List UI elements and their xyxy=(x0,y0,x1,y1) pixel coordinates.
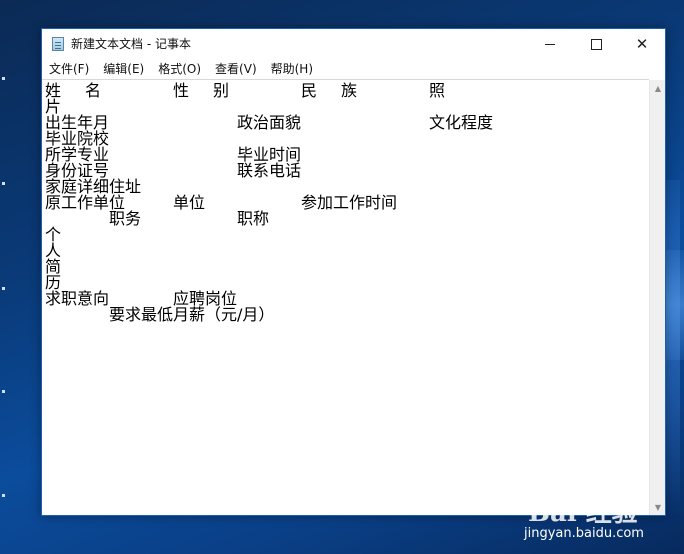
desktop-icon-edge[interactable] xyxy=(2,494,5,497)
close-icon: ✕ xyxy=(635,34,649,53)
minimize-button[interactable] xyxy=(527,29,573,59)
text-segment: 求职意向 xyxy=(45,289,110,308)
text-segment: 性 xyxy=(173,81,190,100)
text-segment: 职务 xyxy=(109,209,142,228)
desktop-icon-edge[interactable] xyxy=(2,77,5,80)
menu-format[interactable]: 格式(O) xyxy=(151,59,208,79)
desktop-icon-edge[interactable] xyxy=(2,287,5,290)
text-segment: 联系电话 xyxy=(237,161,302,180)
text-segment: 政治面貌 xyxy=(237,113,302,132)
maximize-button[interactable] xyxy=(573,29,619,59)
desktop-icon-edge[interactable] xyxy=(2,390,5,393)
menu-bar: 文件(F) 编辑(E) 格式(O) 查看(V) 帮助(H) xyxy=(42,59,665,79)
text-segment: 照 xyxy=(429,81,446,100)
menu-help[interactable]: 帮助(H) xyxy=(264,59,320,79)
title-bar[interactable]: 新建文本文档 - 记事本 ✕ xyxy=(42,29,665,59)
text-segment: 民 xyxy=(301,81,318,100)
baidu-watermark: Bai 经验 jingyan.baidu.com xyxy=(520,488,684,554)
menu-file[interactable]: 文件(F) xyxy=(42,59,96,79)
text-segment: 名 xyxy=(85,81,102,100)
menu-edit[interactable]: 编辑(E) xyxy=(96,59,151,79)
watermark-url: jingyan.baidu.com xyxy=(524,526,644,541)
text-segment: 文化程度 xyxy=(429,113,494,132)
menu-view[interactable]: 查看(V) xyxy=(208,59,264,79)
text-segment: 要求最低月薪（元/月） xyxy=(109,305,275,324)
desktop-icon-edge[interactable] xyxy=(2,182,5,185)
text-editor[interactable]: 姓 名 性 别 民 族 照 片 出生年月 政治面貌 文化程度 毕业院校 所学专业… xyxy=(42,79,649,515)
text-segment: 别 xyxy=(213,81,230,100)
notepad-icon[interactable] xyxy=(52,37,64,51)
notepad-window[interactable]: 新建文本文档 - 记事本 ✕ 文件(F) 编辑(E) 格式(O) 查看(V) 帮… xyxy=(41,28,666,516)
scroll-thumb[interactable] xyxy=(653,100,662,460)
minimize-icon xyxy=(545,43,555,45)
close-button[interactable]: ✕ xyxy=(619,29,665,59)
maximize-icon xyxy=(590,38,602,50)
window-title: 新建文本文档 - 记事本 xyxy=(71,37,191,51)
vertical-scrollbar[interactable]: ▲ ▼ xyxy=(649,80,665,515)
scroll-up-icon[interactable]: ▲ xyxy=(650,80,666,96)
text-segment: 族 xyxy=(341,81,358,100)
text-segment: 职称 xyxy=(237,209,270,228)
watermark-logo: Bai 经验 xyxy=(528,498,638,528)
text-segment: 单位 xyxy=(173,193,206,212)
text-segment: 参加工作时间 xyxy=(301,193,398,212)
